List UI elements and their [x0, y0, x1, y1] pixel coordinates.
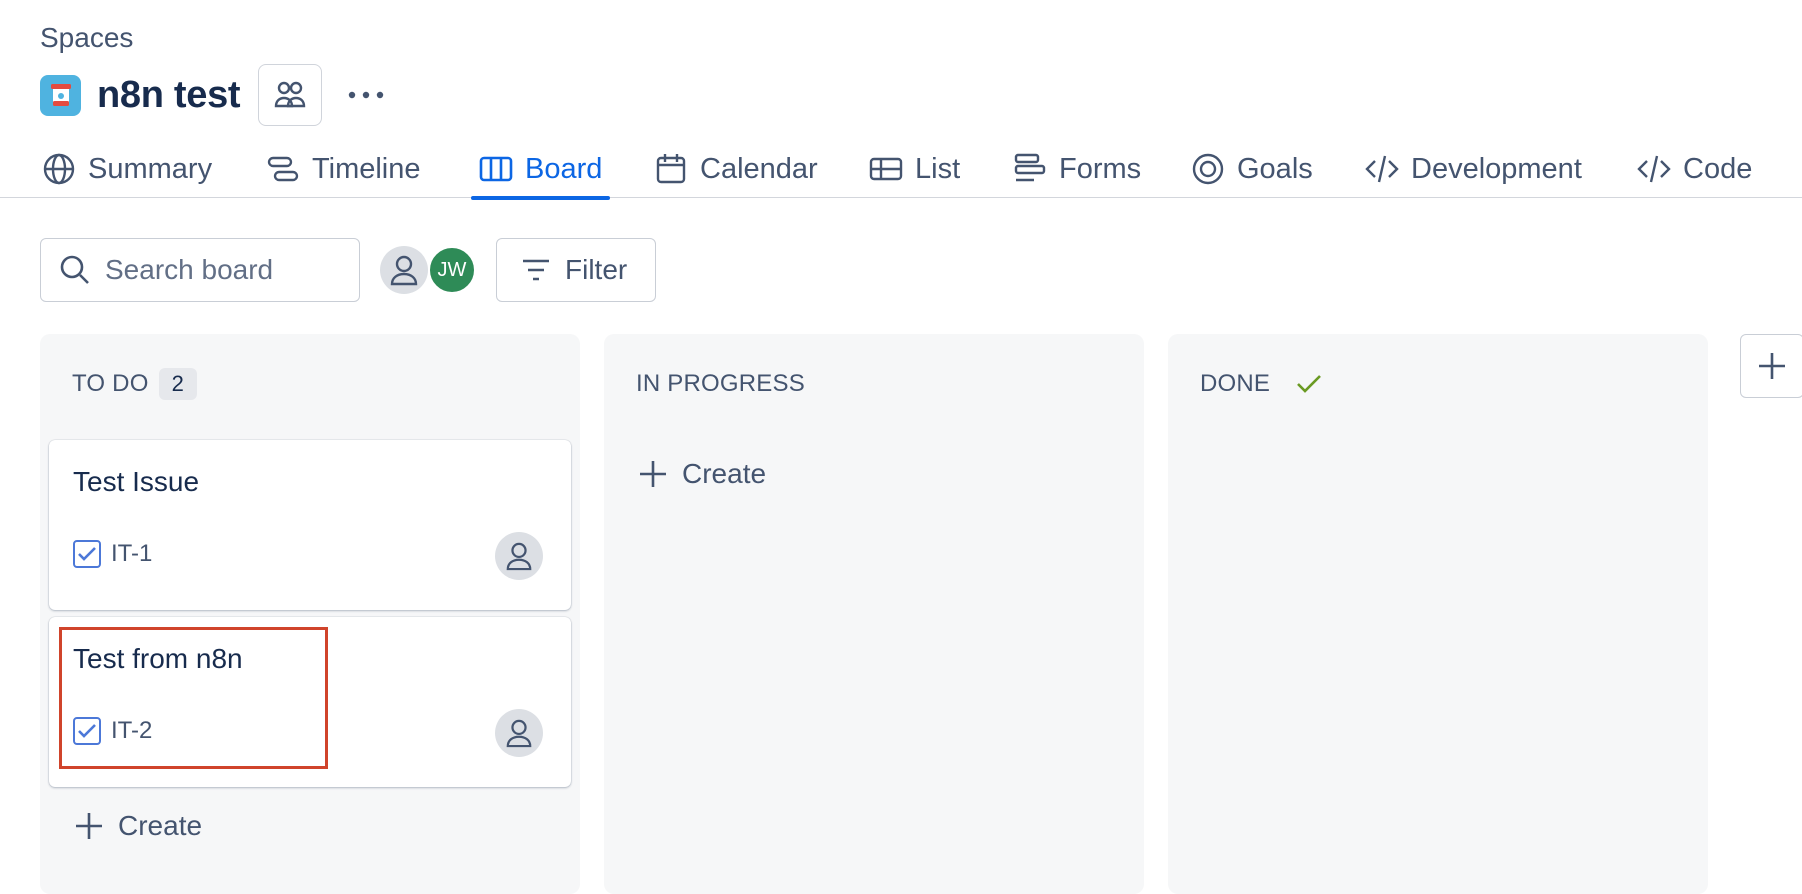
tab-label: Calendar: [700, 152, 818, 185]
tab-label: Goals: [1237, 152, 1313, 185]
plus-icon: [640, 461, 666, 487]
project-header: n8n test: [40, 63, 388, 127]
forms-icon: [1014, 153, 1046, 182]
tab-forms[interactable]: Forms: [1013, 140, 1141, 198]
column-title: IN PROGRESS: [636, 370, 805, 397]
tab-label: Forms: [1059, 152, 1142, 185]
globe-icon: [43, 153, 75, 185]
tab-development[interactable]: Development: [1365, 140, 1582, 198]
search-icon: [60, 255, 89, 284]
column-todo: TO DO 2 Test Issue IT-1 Test from n8n IT…: [40, 334, 580, 894]
calendar-icon: [656, 154, 686, 184]
tab-board[interactable]: Board: [471, 140, 611, 200]
project-avatar-icon[interactable]: [40, 74, 81, 116]
add-column-button[interactable]: [1740, 334, 1802, 398]
assignee-avatar[interactable]: [495, 532, 543, 580]
create-issue-button[interactable]: Create: [74, 810, 202, 842]
timeline-icon: [267, 156, 299, 182]
person-icon: [390, 255, 418, 286]
people-icon: [275, 81, 306, 108]
column-done: DONE: [1168, 334, 1708, 894]
check-icon: [1297, 375, 1322, 393]
tab-code[interactable]: Code: [1637, 140, 1752, 198]
search-input[interactable]: Search board: [40, 238, 360, 302]
tab-calendar[interactable]: Calendar: [654, 140, 818, 198]
person-icon: [506, 542, 532, 571]
tab-label: Board: [525, 152, 603, 185]
column-in-progress: IN PROGRESS Create: [604, 334, 1144, 894]
tab-label: List: [915, 152, 961, 185]
search-placeholder: Search board: [105, 254, 274, 285]
filter-label: Filter: [565, 254, 628, 285]
issue-count-badge: 2: [158, 368, 197, 400]
active-tab-indicator: [471, 196, 611, 200]
more-actions-button[interactable]: [344, 73, 388, 117]
tab-summary[interactable]: Summary: [42, 140, 212, 198]
tab-timeline[interactable]: Timeline: [266, 140, 421, 198]
more-icon: [349, 91, 384, 99]
list-icon: [869, 157, 903, 181]
user-avatar[interactable]: JW: [428, 246, 476, 294]
tab-list[interactable]: List: [869, 140, 960, 198]
space-tabs: Summary Timeline Board Calendar List For…: [0, 140, 1802, 200]
goals-icon: [1192, 153, 1224, 185]
column-header: IN PROGRESS: [636, 364, 805, 404]
assignee-avatar[interactable]: [495, 709, 543, 757]
column-header: TO DO 2: [72, 364, 197, 404]
filter-button[interactable]: Filter: [496, 238, 656, 302]
issue-card[interactable]: Test Issue IT-1: [49, 440, 571, 610]
tab-label: Timeline: [312, 152, 421, 185]
column-title: TO DO: [72, 370, 149, 397]
task-type-icon: [73, 540, 101, 568]
board-icon: [479, 156, 513, 182]
plus-icon: [1759, 353, 1785, 379]
filter-icon: [523, 259, 549, 281]
create-issue-button[interactable]: Create: [638, 458, 766, 490]
unassigned-avatar[interactable]: [380, 246, 428, 294]
team-button[interactable]: [258, 64, 323, 126]
person-icon: [506, 719, 532, 748]
issue-key-label: IT-1: [111, 540, 153, 567]
column-header: DONE: [1200, 364, 1322, 404]
breadcrumb[interactable]: Spaces: [40, 22, 133, 54]
tab-label: Code: [1683, 152, 1753, 185]
tab-goals[interactable]: Goals: [1191, 140, 1313, 198]
tab-label: Development: [1411, 152, 1582, 185]
create-label: Create: [118, 810, 203, 841]
issue-key[interactable]: IT-1: [73, 540, 152, 568]
issue-title: Test Issue: [73, 466, 200, 497]
code-icon: [1365, 155, 1399, 183]
plus-icon: [76, 813, 102, 839]
create-label: Create: [682, 458, 767, 489]
code-icon: [1637, 155, 1671, 183]
highlight-annotation-box: [59, 627, 328, 769]
tab-label: Summary: [88, 152, 213, 185]
project-title: n8n test: [97, 73, 241, 116]
column-title: DONE: [1200, 370, 1271, 397]
